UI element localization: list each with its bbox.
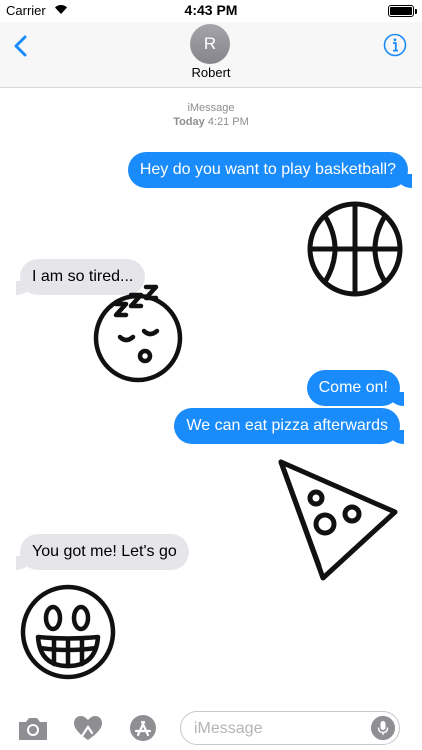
message-text: Come on! bbox=[318, 379, 388, 396]
status-bar: Carrier 4:43 PM bbox=[0, 0, 422, 22]
outgoing-message[interactable]: Hey do you want to play basketball? bbox=[127, 152, 413, 188]
camera-icon[interactable] bbox=[17, 714, 49, 742]
message-text: Hey do you want to play basketball? bbox=[139, 161, 396, 178]
message-field[interactable] bbox=[180, 711, 400, 745]
message-input-bar bbox=[0, 704, 422, 750]
pizza-slice-sticker[interactable] bbox=[275, 456, 400, 586]
message-text: You got me! Let's go bbox=[32, 543, 177, 560]
info-icon[interactable] bbox=[383, 33, 407, 57]
digital-touch-heart-icon[interactable] bbox=[72, 714, 104, 742]
microphone-icon[interactable] bbox=[371, 716, 395, 740]
basketball-sticker[interactable] bbox=[305, 199, 405, 299]
sleepy-face-sticker[interactable] bbox=[90, 283, 190, 383]
service-label: iMessage bbox=[187, 102, 235, 114]
time-label: 4:21 PM bbox=[207, 116, 249, 128]
timestamp: Today 4:21 PM bbox=[0, 116, 422, 128]
contact-name[interactable]: Robert bbox=[0, 65, 422, 80]
app-store-icon[interactable] bbox=[127, 714, 159, 742]
clock: 4:43 PM bbox=[184, 2, 238, 18]
incoming-message[interactable]: You got me! Let's go bbox=[16, 534, 189, 570]
avatar[interactable]: R bbox=[190, 24, 230, 64]
chevron-left-icon[interactable] bbox=[10, 34, 34, 58]
date-label: Today bbox=[173, 116, 205, 128]
message-text: We can eat pizza afterwards bbox=[186, 417, 388, 434]
message-input[interactable] bbox=[194, 719, 364, 739]
grinning-face-sticker[interactable] bbox=[18, 582, 118, 682]
conversation-header: R Robert bbox=[0, 22, 422, 88]
battery-icon bbox=[388, 5, 417, 17]
outgoing-message[interactable]: We can eat pizza afterwards bbox=[174, 408, 404, 444]
outgoing-message[interactable]: Come on! bbox=[306, 370, 405, 406]
